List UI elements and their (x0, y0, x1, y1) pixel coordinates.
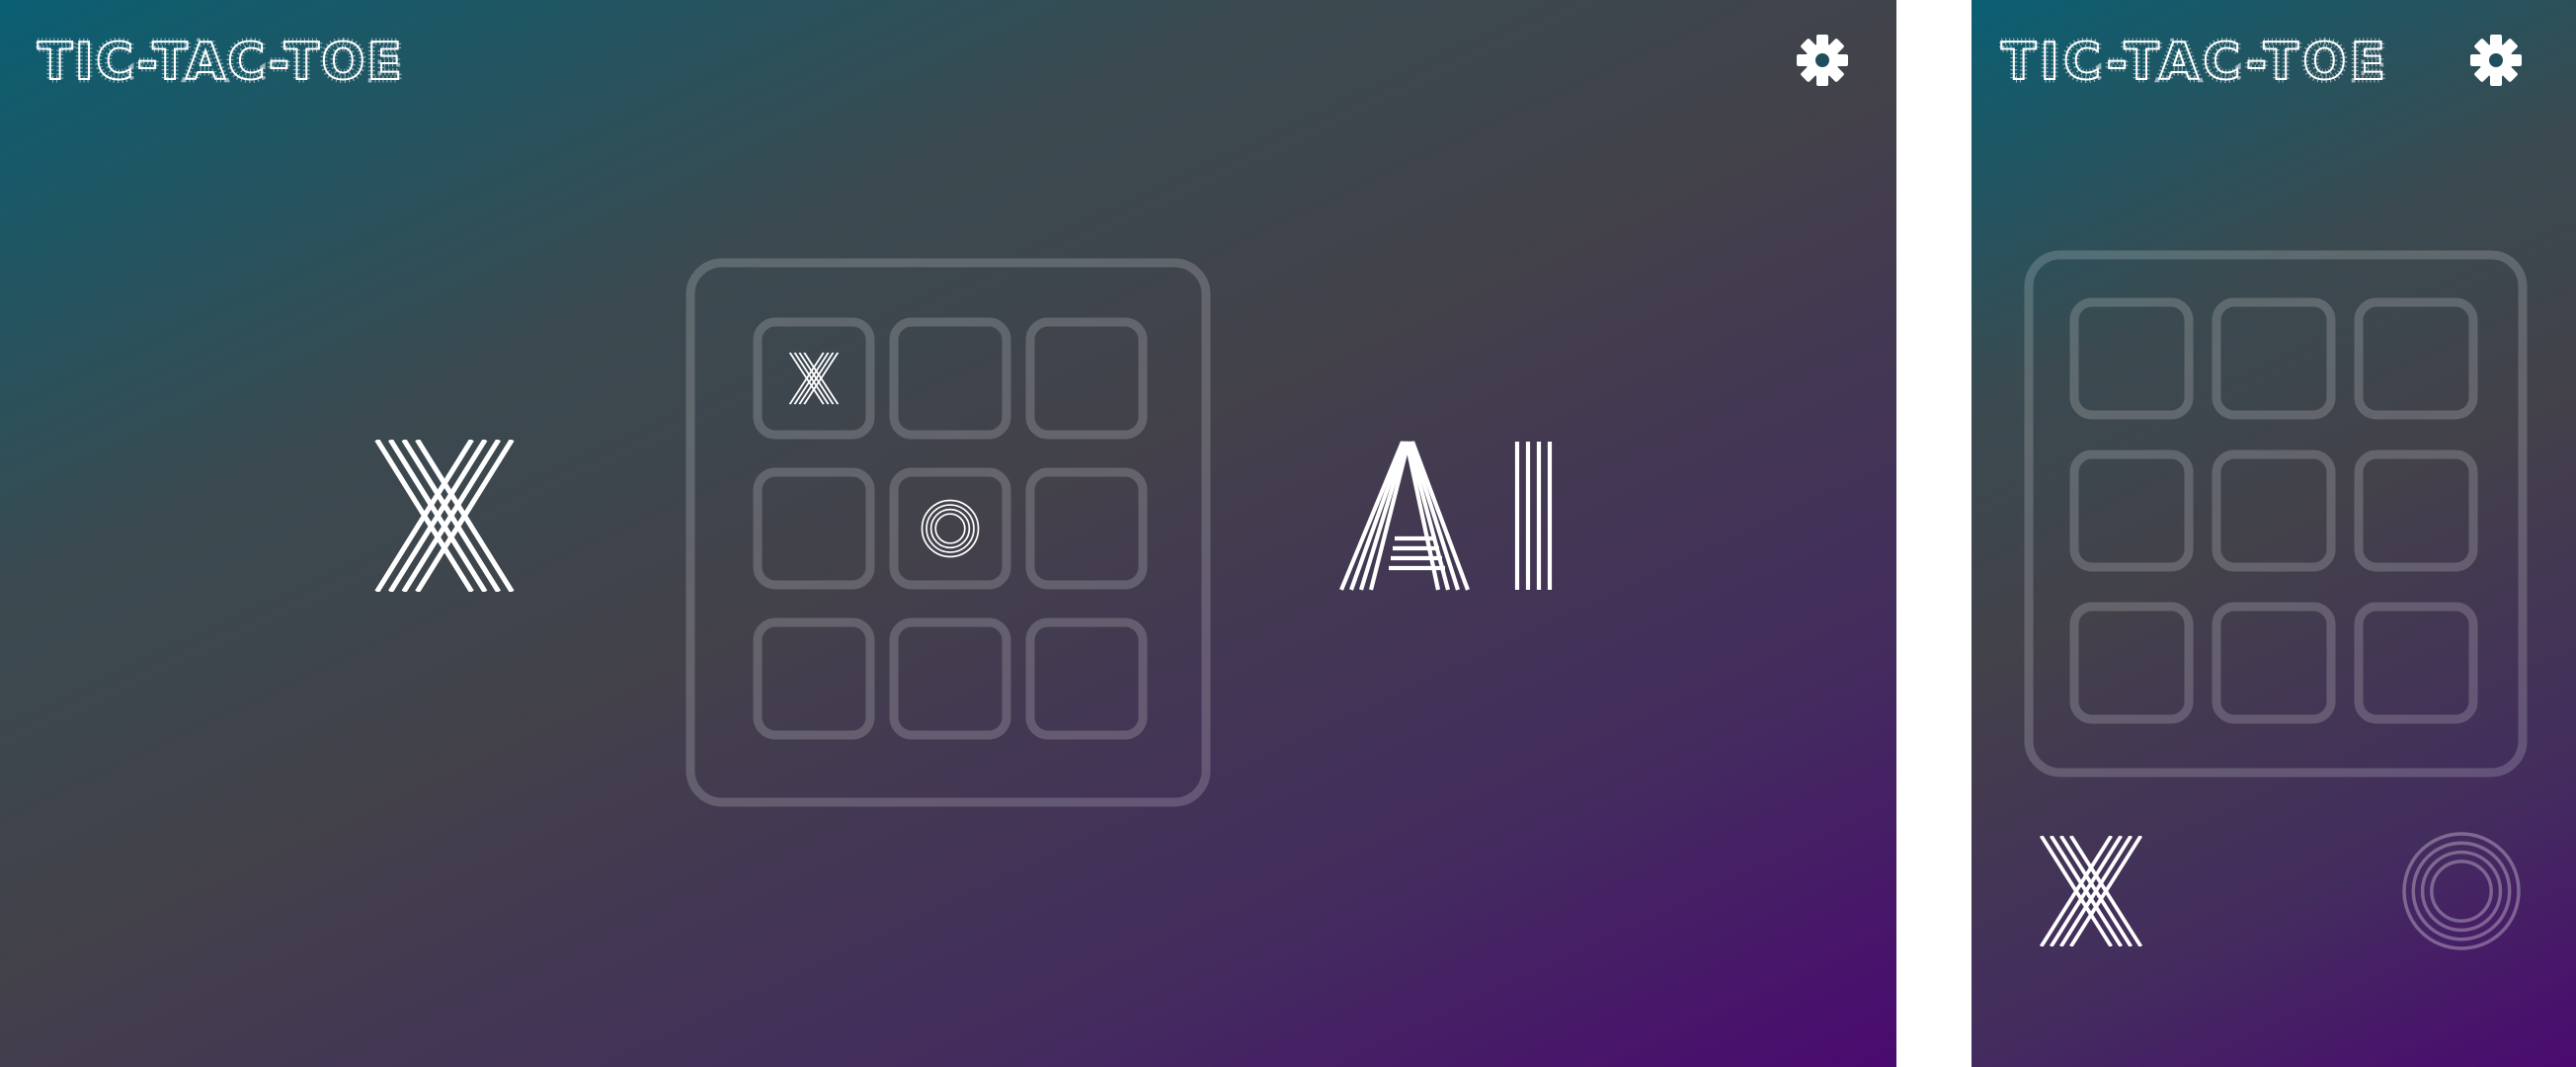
board-cell-3-2[interactable] (889, 617, 1011, 740)
game-board (2023, 249, 2529, 779)
board-cell-3-3[interactable] (1025, 617, 1148, 740)
board-cell-1-2[interactable] (889, 317, 1011, 440)
board-cell-1-3[interactable] (1025, 317, 1148, 440)
x-mark-icon (2039, 834, 2143, 948)
board-cell-3-1[interactable] (2069, 602, 2194, 724)
o-mark-icon (2402, 832, 2521, 950)
x-mark-icon (374, 438, 515, 594)
x-glyph (374, 438, 515, 594)
board-cell-3-3[interactable] (2354, 602, 2478, 724)
player-x-label: X (523, 440, 524, 441)
board-cell-1-1[interactable] (753, 317, 875, 440)
o-glyph (2402, 832, 2521, 950)
board-cell-2-2[interactable] (2212, 450, 2336, 572)
game-board (684, 257, 1212, 808)
board-cell-3-2[interactable] (2212, 602, 2336, 724)
board-cell-2-3[interactable] (2354, 450, 2478, 572)
app-title-logo: TIC-TAC-TOETIC-TAC-TOE (36, 34, 406, 89)
app-title: TIC-TAC-TOE (0, 0, 1, 1)
board-cell-2-1[interactable] (2069, 450, 2194, 572)
player-x-indicator: X (365, 438, 524, 594)
player-ai-label: AI (1565, 440, 1566, 441)
board-cell-2-2[interactable] (889, 467, 1011, 590)
player-o-indicator: O (2400, 830, 2523, 952)
board-cell-1-1[interactable] (2069, 297, 2194, 420)
settings-button[interactable] (2469, 34, 2523, 87)
ai-glyph (1339, 441, 1553, 591)
board-cell-1-2[interactable] (2212, 297, 2336, 420)
player-x-indicator: X (2033, 834, 2149, 948)
gear-icon (2470, 35, 2522, 86)
gear-icon (1797, 35, 1848, 86)
board-cell-2-1[interactable] (753, 467, 875, 590)
board-cell-1-3[interactable] (2354, 297, 2478, 420)
landscape-view: TIC-TAC-TOETIC-TAC-TOE TIC-TAC-TOE X AI (0, 0, 1896, 1067)
app-title-stripes: TIC-TAC-TOE (2001, 34, 2384, 89)
player-ai-indicator: AI (1337, 440, 1565, 592)
board-cell-2-3[interactable] (1025, 467, 1148, 590)
app-title-stripes: TIC-TAC-TOE (38, 34, 401, 89)
settings-button[interactable] (1796, 34, 1849, 87)
app-title-logo: TIC-TAC-TOETIC-TAC-TOE (1999, 34, 2389, 89)
portrait-view: TIC-TAC-TOETIC-TAC-TOE X O (1972, 0, 2576, 1067)
board-cell-3-1[interactable] (753, 617, 875, 740)
ai-mark-icon (1339, 441, 1553, 591)
x-glyph (2039, 834, 2143, 948)
